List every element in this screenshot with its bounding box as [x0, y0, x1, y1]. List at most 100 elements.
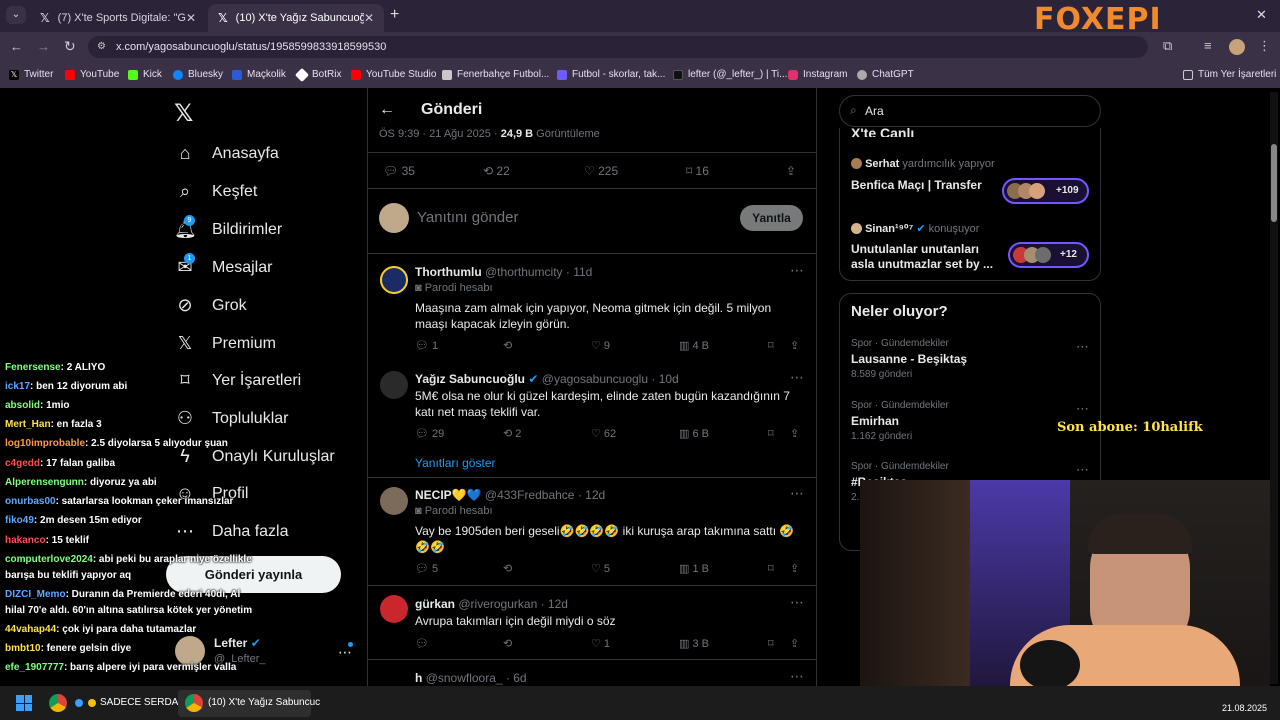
search-input[interactable]: Ara — [865, 104, 884, 118]
space-title[interactable]: Unutulanlar unutanları asla unutmazlar s… — [851, 242, 996, 272]
share-button[interactable]: ⇪ — [790, 637, 799, 650]
tab-yagiz-sabuncuoglu[interactable]: 𝕏 (10) X'te Yağız Sabuncuoğlu: "© ✕ — [208, 4, 384, 32]
reply-button[interactable]: 💬︎ 29 — [415, 427, 444, 440]
views-button[interactable]: ▥ 4 B — [679, 339, 709, 352]
back-arrow-icon[interactable]: ← — [379, 101, 395, 119]
windows-start-icon[interactable] — [16, 695, 32, 711]
nav-more[interactable]: ⋯ Daha fazla — [174, 521, 289, 542]
nav-verified-orgs[interactable]: ϟ Onaylı Kuruluşlar — [174, 446, 334, 467]
views-button[interactable]: ▥ 1 B — [679, 562, 709, 575]
reply-tweet[interactable]: Yağız Sabuncuoğlu ✔ @yagosabuncuoglu · 1… — [368, 366, 816, 478]
trend-item[interactable]: Spor · Gündemdekiler Emirhan 1.162 gönde… — [851, 400, 949, 442]
nav-home[interactable]: ⌂ Anasayfa — [174, 143, 279, 164]
menu-icon[interactable]: ⋮ — [1258, 38, 1271, 54]
repost-button[interactable]: ⟲ — [503, 562, 512, 575]
bookmark-botrix[interactable]: BotRix — [294, 67, 341, 82]
repost-button[interactable]: ⟲ — [503, 339, 512, 352]
more-icon[interactable]: ⋯ — [790, 262, 804, 279]
bookmark-kick[interactable]: Kick — [128, 69, 162, 80]
trend-more-icon[interactable]: ⋯ — [1076, 462, 1089, 478]
views-button[interactable]: ▥ 6 B — [679, 427, 709, 440]
reply-button[interactable]: 💬︎ 5 — [415, 562, 438, 575]
close-icon[interactable]: ✕ — [186, 11, 196, 25]
reply-tweet[interactable]: h @snowfloora_ · 6d ⋯ — [368, 661, 816, 686]
back-icon[interactable]: ← — [10, 39, 23, 54]
x-logo-icon[interactable]: 𝕏 — [174, 99, 193, 128]
more-icon[interactable]: ⋯ — [790, 668, 804, 685]
extensions-icon[interactable]: ⧉ — [1163, 38, 1172, 54]
show-replies-link[interactable]: Yanıtları göster — [415, 456, 495, 470]
nav-bookmarks[interactable]: ⌑ Yer İşaretleri — [174, 370, 301, 391]
bookmark-chatgpt[interactable]: ChatGPT — [857, 69, 914, 80]
bookmark-twitter[interactable]: 𝕏 Twitter — [9, 69, 53, 80]
reply-tweet[interactable]: gürkan @riverogurkan · 12d ⋯ Avrupa takı… — [368, 587, 816, 660]
like-button[interactable]: ♡ 9 — [591, 339, 610, 352]
like-button[interactable]: ♡ 5 — [591, 562, 610, 575]
like-button[interactable]: ♡ 62 — [591, 427, 616, 440]
nav-grok[interactable]: ⊘ Grok — [174, 295, 246, 316]
nav-messages[interactable]: ✉ 1 Mesajlar — [174, 253, 272, 278]
reply-tweet[interactable]: NECIP💛💙 @433Fredbahce · 12d ⋯ ◙ Parodi h… — [368, 479, 816, 586]
trend-more-icon[interactable]: ⋯ — [1076, 401, 1089, 417]
bookmark-count[interactable]: ⌑ 16 — [686, 164, 709, 178]
reload-icon[interactable]: ↻ — [64, 38, 76, 55]
window-close-icon[interactable]: ✕ — [1256, 7, 1267, 23]
bookmark-fenerbahce[interactable]: Fenerbahçe Futbol... — [442, 69, 549, 80]
profile-avatar[interactable] — [1229, 39, 1245, 55]
space-title[interactable]: Benfica Maçı | Transfer — [851, 178, 996, 192]
bookmark-youtube-studio[interactable]: YouTube Studio — [351, 69, 436, 80]
space-listeners[interactable]: +109 — [1002, 178, 1089, 204]
tab-sports-digitale[interactable]: 𝕏 (7) X'te Sports Digitale: "Galata ✕ — [30, 4, 206, 32]
reply-button[interactable]: 💬︎ 1 — [415, 339, 438, 352]
repost-button[interactable]: ⟲ — [503, 637, 512, 650]
new-tab-icon[interactable]: + — [390, 6, 399, 24]
all-bookmarks[interactable]: Tüm Yer İşaretleri — [1183, 69, 1276, 80]
bookmark-button[interactable]: ⌑ — [768, 562, 774, 575]
taskbar-item[interactable]: SADECE SERDAR — [100, 697, 186, 708]
bookmark-youtube[interactable]: YouTube — [65, 69, 119, 80]
bookmark-mackolik[interactable]: Maçkolik — [232, 69, 286, 80]
bookmark-bluesky[interactable]: Bluesky — [173, 69, 223, 80]
reply-input[interactable]: Yanıtını gönder — [417, 209, 518, 226]
address-bar[interactable]: ⚙ x.com/yagosabuncuoglu/status/195859983… — [88, 36, 1148, 58]
search-box[interactable]: ⌕ Ara — [839, 95, 1101, 127]
bookmark-button[interactable]: ⌑ — [768, 339, 774, 352]
more-icon[interactable]: ⋯ — [790, 594, 804, 611]
bookmark-instagram[interactable]: Instagram — [788, 69, 847, 80]
scrollbar-track[interactable] — [1270, 92, 1278, 684]
chrome-icon[interactable] — [49, 694, 67, 712]
site-info-icon[interactable]: ⚙ — [97, 36, 106, 58]
bookmark-button[interactable]: ⌑ — [768, 637, 774, 650]
share-button[interactable]: ⇪ — [790, 339, 799, 352]
share-icon[interactable]: ⇪ — [786, 164, 796, 178]
reply-tweet[interactable]: Thorthumlu @thorthumcity · 11d ⋯ ◙ Parod… — [368, 254, 816, 366]
share-button[interactable]: ⇪ — [790, 562, 799, 575]
reply-button[interactable]: 💬︎ — [415, 637, 429, 650]
reply-button[interactable]: Yanıtla — [740, 205, 803, 231]
space-listeners[interactable]: +12 — [1008, 242, 1089, 268]
more-icon[interactable]: ⋯ — [790, 485, 804, 502]
media-icon[interactable]: ≡ — [1204, 38, 1212, 53]
share-button[interactable]: ⇪ — [790, 427, 799, 440]
nav-premium[interactable]: 𝕏 Premium — [174, 333, 276, 354]
bookmark-futbol[interactable]: Futbol - skorlar, tak... — [557, 69, 665, 80]
like-count[interactable]: ♡ 225 — [584, 164, 618, 178]
bookmark-button[interactable]: ⌑ — [768, 427, 774, 440]
reply-count[interactable]: 💬︎ 35 — [383, 164, 415, 178]
like-button[interactable]: ♡ 1 — [591, 637, 610, 650]
forward-icon[interactable]: → — [37, 39, 50, 54]
trend-item[interactable]: Spor · Gündemdekiler Lausanne - Beşiktaş… — [851, 338, 967, 380]
views-button[interactable]: ▥ 3 B — [679, 637, 709, 650]
more-icon[interactable]: ⋯ — [790, 369, 804, 386]
scrollbar-thumb[interactable] — [1271, 144, 1277, 222]
nav-explore[interactable]: ⌕ Keşfet — [174, 181, 257, 202]
repost-count[interactable]: ⟲ 22 — [483, 164, 510, 178]
repost-button[interactable]: ⟲ 2 — [503, 427, 521, 440]
trend-more-icon[interactable]: ⋯ — [1076, 339, 1089, 355]
taskbar-active-item[interactable]: (10) X'te Yağız Sabuncuc — [178, 690, 320, 717]
nav-notifications[interactable]: 🔔︎ 9 Bildirimler — [174, 215, 282, 240]
tab-search-button[interactable]: ⌄ — [6, 6, 26, 24]
close-icon[interactable]: ✕ — [364, 11, 374, 25]
bookmark-lefter-tiktok[interactable]: lefter (@_lefter_) | Ti... — [673, 69, 787, 80]
nav-communities[interactable]: ⚇ Topluluklar — [174, 408, 289, 429]
